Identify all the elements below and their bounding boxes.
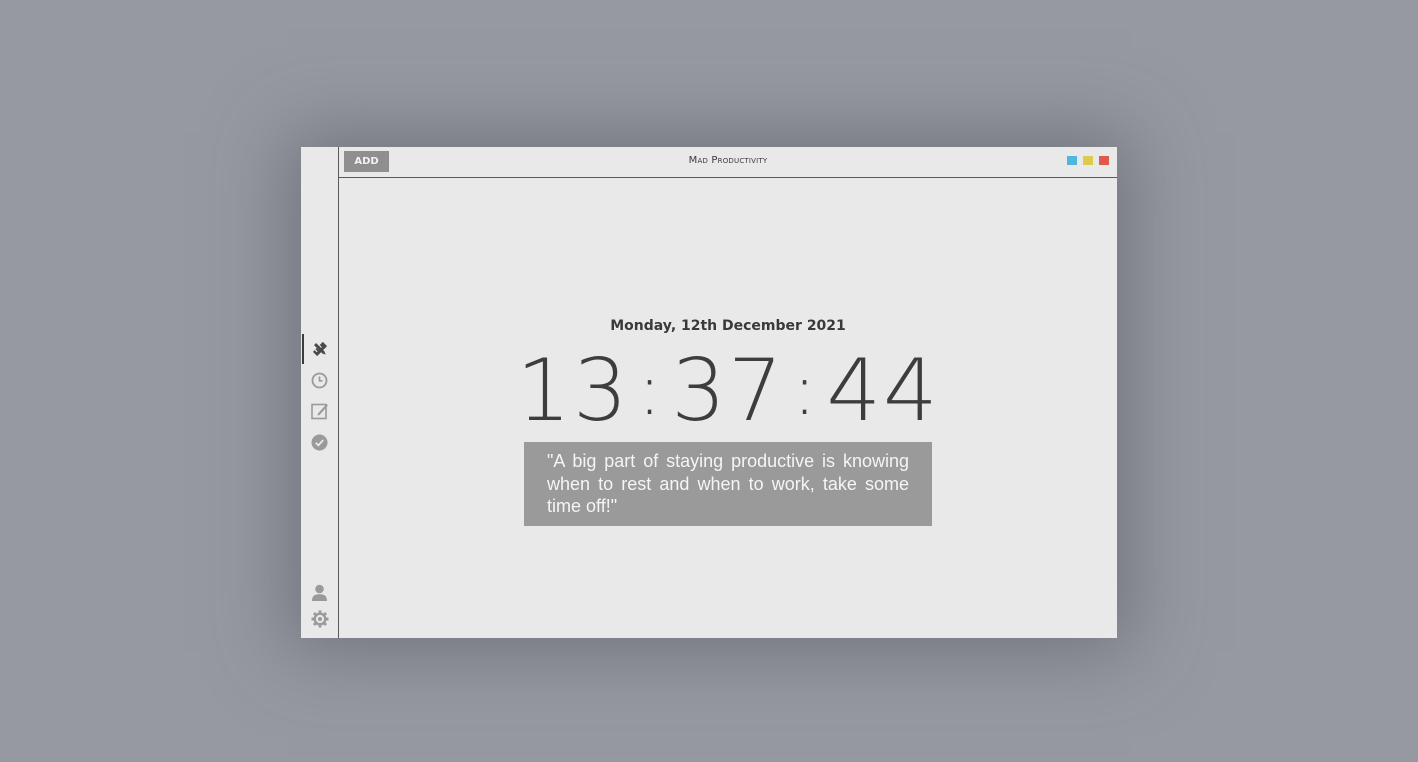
sidebar <box>301 147 339 638</box>
app-title: Mad Productivity <box>688 155 768 166</box>
close-button[interactable] <box>1099 156 1109 165</box>
sidebar-item-timer[interactable] <box>301 365 338 395</box>
clock-icon <box>311 372 328 389</box>
quote-text: "A big part of staying productive is kno… <box>547 451 909 516</box>
clock-separator: : <box>637 349 664 431</box>
pencil-ruler-icon <box>311 340 329 358</box>
clock-separator: : <box>792 349 819 431</box>
clock-minutes: 37 <box>671 341 785 441</box>
sidebar-item-notes[interactable] <box>301 396 338 426</box>
user-icon <box>311 584 328 602</box>
sidebar-item-tasks[interactable] <box>301 427 338 457</box>
sidebar-item-settings[interactable] <box>301 604 338 634</box>
app-window: Mad Productivity ADD Monday, 12th Decemb… <box>301 147 1117 638</box>
main-content: Monday, 12th December 2021 13:37:44 "A b… <box>339 178 1117 638</box>
edit-icon <box>310 402 329 420</box>
window-controls <box>1067 156 1109 165</box>
minimize-button[interactable] <box>1067 156 1077 165</box>
title-bar: Mad Productivity ADD <box>339 147 1117 178</box>
gear-icon <box>311 610 329 628</box>
clock-seconds: 44 <box>826 341 940 441</box>
add-button[interactable]: ADD <box>344 151 389 172</box>
check-circle-icon <box>311 434 328 451</box>
maximize-button[interactable] <box>1083 156 1093 165</box>
clock-hours: 13 <box>516 341 630 441</box>
date-label: Monday, 12th December 2021 <box>610 318 846 334</box>
clock-display: 13:37:44 <box>339 341 1117 446</box>
sidebar-item-dashboard[interactable] <box>301 334 338 364</box>
